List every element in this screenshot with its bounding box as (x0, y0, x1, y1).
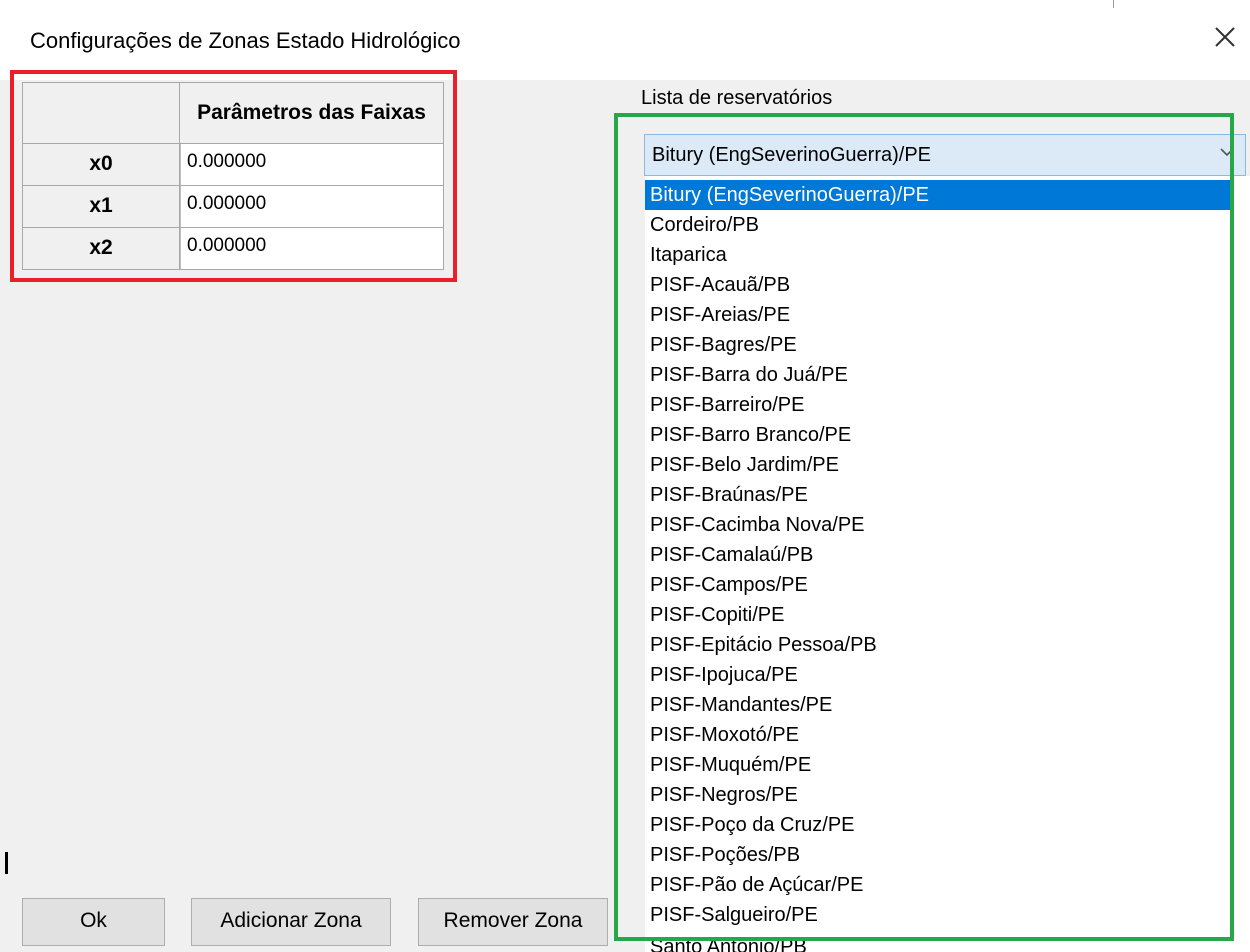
list-item[interactable]: PISF-Epitácio Pessoa/PB (645, 630, 1230, 660)
list-item[interactable]: PISF-Camalaú/PB (645, 540, 1230, 570)
highlight-frame-red (10, 70, 457, 282)
list-item[interactable]: PISF-Areias/PE (645, 300, 1230, 330)
reservoir-dropdown-list[interactable]: Bitury (EngSeverinoGuerra)/PE Cordeiro/P… (645, 176, 1250, 952)
list-item[interactable]: PISF-Barra do Juá/PE (645, 360, 1230, 390)
remove-zone-button[interactable]: Remover Zona (418, 898, 608, 946)
list-item[interactable]: PISF-Muquém/PE (645, 750, 1230, 780)
add-zone-button[interactable]: Adicionar Zona (191, 898, 391, 946)
title-bar: Configurações de Zonas Estado Hidrológic… (0, 0, 1250, 80)
list-item[interactable]: PISF-Copiti/PE (645, 600, 1230, 630)
list-item[interactable]: PISF-Acauã/PB (645, 270, 1230, 300)
window-edge (1113, 0, 1114, 8)
list-item[interactable]: PISF-Negros/PE (645, 780, 1230, 810)
list-item[interactable]: PISF-Poções/PB (645, 840, 1230, 870)
edge-mark (5, 852, 8, 874)
list-item[interactable]: PISF-Belo Jardim/PE (645, 450, 1230, 480)
list-item[interactable]: PISF-Campos/PE (645, 570, 1230, 600)
reservoir-combobox[interactable]: Bitury (EngSeverinoGuerra)/PE (644, 134, 1246, 176)
list-item[interactable]: PISF-Pão de Açúcar/PE (645, 870, 1230, 900)
reservoir-list-label: Lista de reservatórios (641, 87, 833, 109)
close-icon[interactable] (1210, 22, 1240, 52)
list-item[interactable]: PISF-Cacimba Nova/PE (645, 510, 1230, 540)
list-item[interactable]: Bitury (EngSeverinoGuerra)/PE (645, 180, 1230, 210)
list-item[interactable]: PISF-Barreiro/PE (645, 390, 1230, 420)
list-item[interactable]: PISF-Mandantes/PE (645, 690, 1230, 720)
list-item[interactable]: Santo Antônio/PB (645, 932, 1230, 952)
list-item[interactable]: PISF-Barro Branco/PE (645, 420, 1230, 450)
combobox-selected-value: Bitury (EngSeverinoGuerra)/PE (652, 144, 932, 166)
list-item[interactable]: PISF-Braúnas/PE (645, 480, 1230, 510)
list-item[interactable]: PISF-Moxotó/PE (645, 720, 1230, 750)
list-item[interactable]: PISF-Poço da Cruz/PE (645, 810, 1230, 840)
list-item[interactable]: Cordeiro/PB (645, 210, 1230, 240)
list-item[interactable]: PISF-Bagres/PE (645, 330, 1230, 360)
chevron-down-icon[interactable] (1218, 143, 1236, 161)
list-item[interactable]: PISF-Ipojuca/PE (645, 660, 1230, 690)
ok-button[interactable]: Ok (22, 898, 165, 946)
list-item[interactable]: Itaparica (645, 240, 1230, 270)
list-item[interactable]: PISF-Salgueiro/PE (645, 900, 1230, 930)
window-title: Configurações de Zonas Estado Hidrológic… (30, 28, 461, 53)
